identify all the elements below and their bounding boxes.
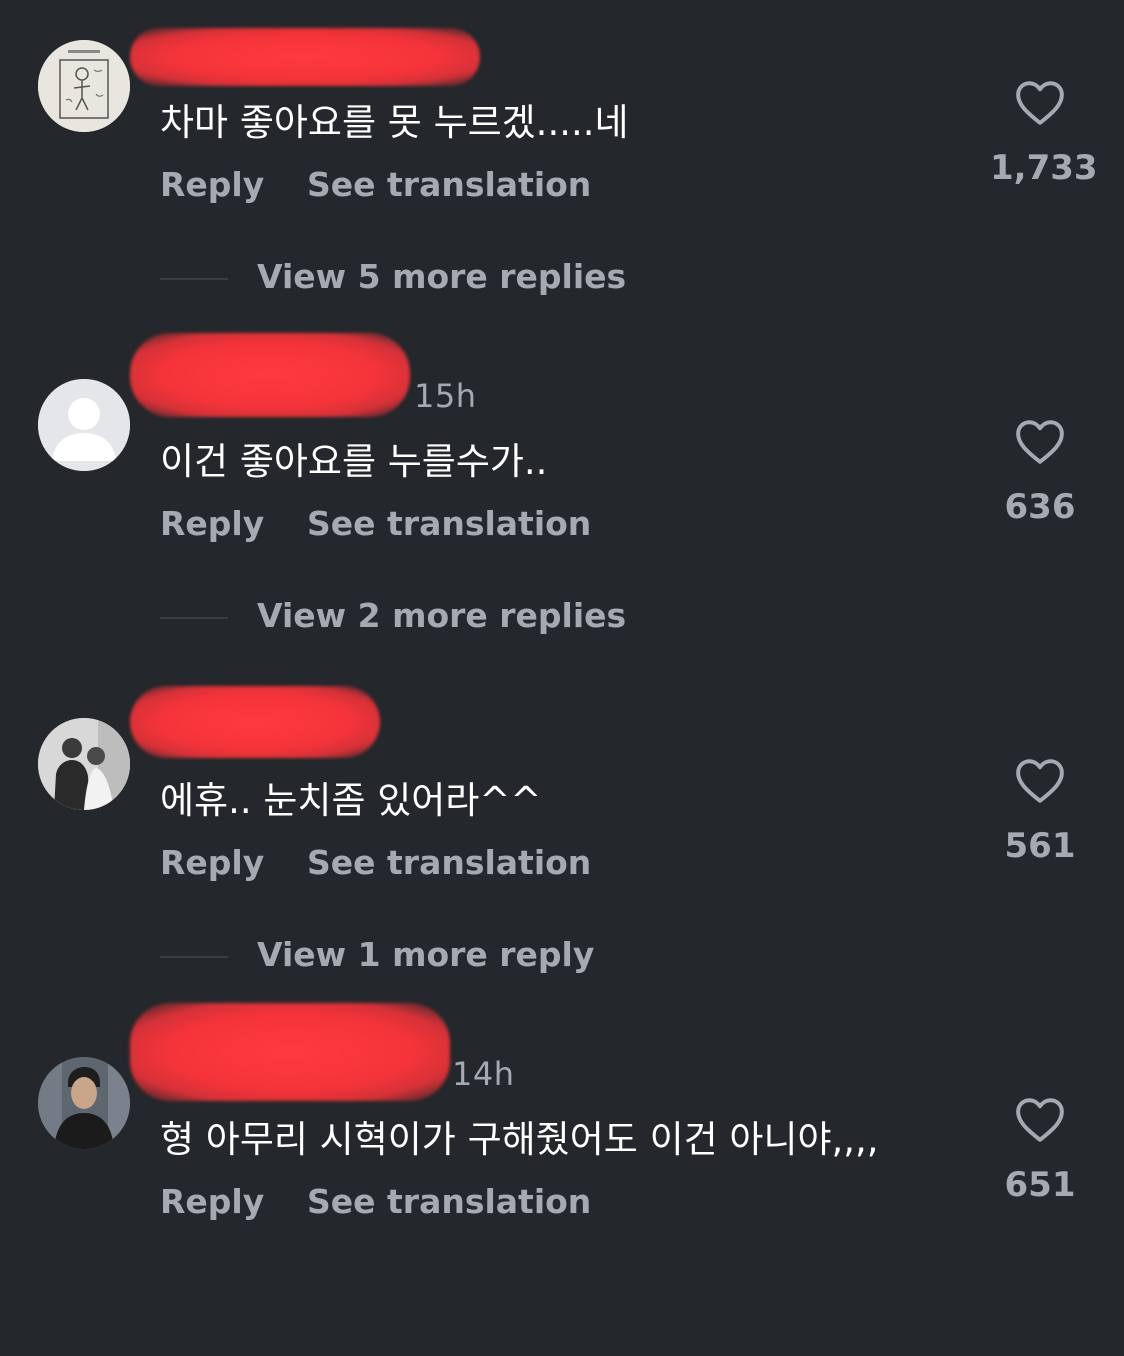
avatar[interactable] xyxy=(38,1057,130,1149)
comment-text: 에휴.. 눈치좀 있어라^^ xyxy=(160,779,542,822)
comment-text: 형 아무리 시혁이가 구해줬어도 이건 아니야,,,, xyxy=(160,1118,879,1161)
avatar[interactable] xyxy=(38,40,130,132)
like-count: 1,733 xyxy=(990,148,1098,188)
reply-button[interactable]: Reply xyxy=(160,165,264,204)
comment-text: 차마 좋아요를 못 누르겠.....네 xyxy=(160,101,629,144)
comment-item: 에휴.. 눈치좀 있어라^^ Reply See translation Vie… xyxy=(0,678,1124,1017)
reply-button[interactable]: Reply xyxy=(160,1182,264,1221)
view-more-replies-label[interactable]: View 2 more replies xyxy=(257,596,626,635)
comment-item: 14h 형 아무리 시혁이가 구해줬어도 이건 아니야,,,, Reply Se… xyxy=(0,1003,1124,1356)
redacted-username xyxy=(130,28,480,86)
timestamp: 15h xyxy=(414,377,477,415)
thread-line xyxy=(160,956,228,958)
like-group: 1,733 xyxy=(990,80,1098,188)
see-translation-button[interactable]: See translation xyxy=(307,504,591,543)
view-more-replies-label[interactable]: View 1 more reply xyxy=(257,935,594,974)
like-group: 651 xyxy=(990,1097,1090,1205)
comment-text: 이건 좋아요를 누를수가.. xyxy=(160,440,548,483)
like-count: 651 xyxy=(1004,1165,1076,1205)
man-photo-avatar-icon xyxy=(38,1057,130,1149)
comment-item: 차마 좋아요를 못 누르겠.....네 Reply See translatio… xyxy=(0,0,1124,339)
timestamp: 14h xyxy=(452,1055,515,1093)
couple-photo-avatar-icon xyxy=(38,718,130,810)
redacted-username xyxy=(130,333,410,417)
redacted-username xyxy=(130,1003,450,1101)
heart-outline-icon[interactable] xyxy=(1015,80,1065,126)
like-count: 636 xyxy=(1004,487,1076,527)
heart-outline-icon[interactable] xyxy=(1015,1097,1065,1143)
see-translation-button[interactable]: See translation xyxy=(307,165,591,204)
avatar[interactable] xyxy=(38,379,130,471)
thread-line xyxy=(160,617,228,619)
reply-button[interactable]: Reply xyxy=(160,843,264,882)
person-silhouette-icon xyxy=(38,379,130,471)
see-translation-button[interactable]: See translation xyxy=(307,843,591,882)
view-more-replies-label[interactable]: View 5 more replies xyxy=(257,257,626,296)
sketch-avatar-icon xyxy=(38,40,130,132)
comment-item: 15h 이건 좋아요를 누를수가.. Reply See translation… xyxy=(0,333,1124,678)
avatar[interactable] xyxy=(38,718,130,810)
thread-line xyxy=(160,278,228,280)
heart-outline-icon[interactable] xyxy=(1015,758,1065,804)
reply-button[interactable]: Reply xyxy=(160,504,264,543)
like-group: 561 xyxy=(990,758,1090,866)
heart-outline-icon[interactable] xyxy=(1015,419,1065,465)
redacted-username xyxy=(130,686,380,758)
like-count: 561 xyxy=(1004,826,1076,866)
like-group: 636 xyxy=(990,419,1090,527)
see-translation-button[interactable]: See translation xyxy=(307,1182,591,1221)
